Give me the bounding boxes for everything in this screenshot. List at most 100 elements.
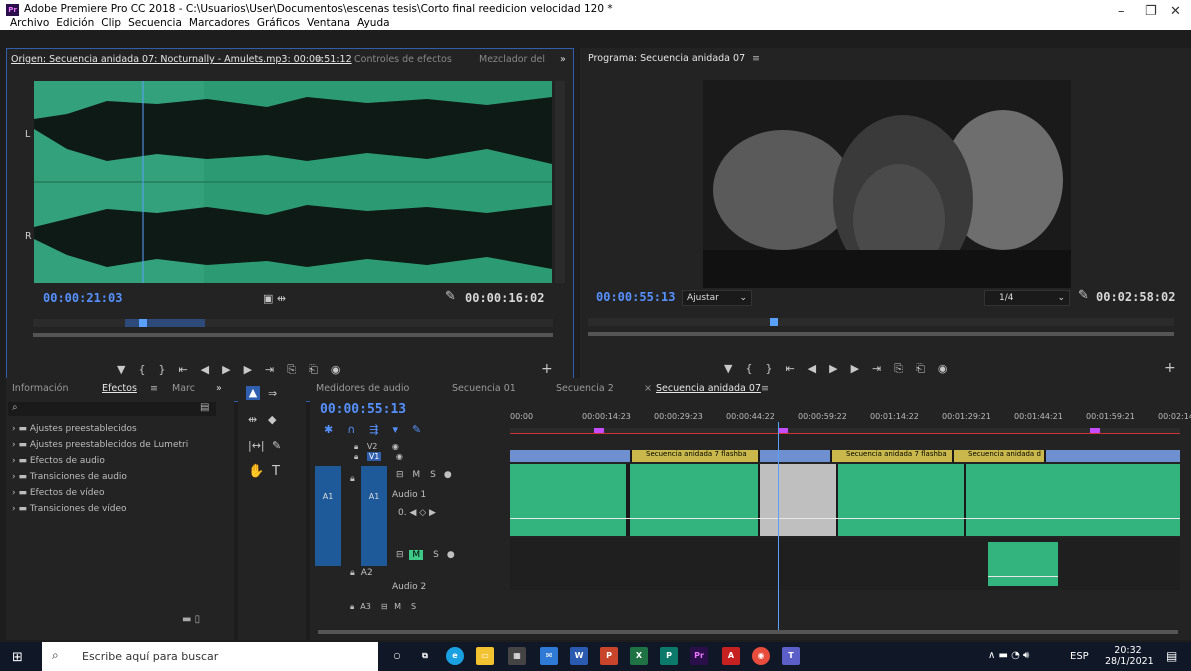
work-area-bar[interactable] [510, 428, 1180, 434]
microphone-icon[interactable]: ● [447, 550, 455, 560]
wrench-icon[interactable]: ✎ [445, 290, 456, 303]
slip-tool-icon[interactable]: |↔| [248, 440, 265, 451]
effects-tab-menu-icon[interactable]: ≡ [150, 383, 158, 394]
powerpoint-icon[interactable]: P [600, 647, 618, 665]
tab-source[interactable]: Origen: Secuencia anidada 07: Nocturnall… [11, 54, 352, 65]
mute-button[interactable]: M [394, 602, 401, 611]
microphone-icon[interactable]: ● [444, 470, 452, 480]
pen-tool-icon[interactable]: ✎ [272, 440, 281, 451]
effects-folder[interactable]: › ▬ Efectos de audio [12, 456, 188, 472]
eye-icon[interactable]: ◉ [396, 452, 403, 461]
notifications-icon[interactable]: ▤ [1166, 649, 1177, 663]
tab-markers[interactable]: Marc [172, 383, 195, 394]
source-tab-menu-icon[interactable]: ≡ [315, 54, 323, 65]
audio-clip-selected[interactable] [760, 464, 836, 536]
track-a2-buttons[interactable]: ⊟ M S ● [396, 550, 455, 560]
taskbar-clock[interactable]: 20:32 28/1/2021 [1105, 645, 1154, 667]
solo-button[interactable]: S [433, 550, 439, 560]
more-tabs-icon[interactable]: » [216, 383, 222, 394]
lock-icon[interactable]: 🔒︎ [350, 474, 355, 484]
program-scroll-bar[interactable] [588, 332, 1174, 336]
tab-audio-meters[interactable]: Medidores de audio [316, 383, 409, 394]
windows-start-icon[interactable]: ⊞ [12, 650, 23, 665]
effects-folder[interactable]: › ▬ Transiciones de vídeo [12, 504, 188, 520]
settings-icon[interactable]: ▣ ⇹ [263, 293, 286, 304]
maximize-button[interactable]: ❐ [1145, 4, 1157, 19]
track-a1-volume-controls[interactable]: 0. ◀ ◇ ▶ [398, 508, 436, 518]
timeline-scroll-bar[interactable] [318, 630, 1178, 634]
audio-clip[interactable] [988, 542, 1058, 586]
menu-item[interactable]: Archivo [10, 17, 49, 29]
source-transport-controls[interactable]: ▼{}⇤◀▶▶⇥⎘⎗◉ [117, 364, 353, 375]
more-tabs-icon[interactable]: » [560, 54, 566, 65]
mail-icon[interactable]: ✉ [540, 647, 558, 665]
premiere-taskbar-icon[interactable]: Pr [690, 647, 708, 665]
timeline-tab-menu-icon[interactable]: ≡ [761, 383, 769, 394]
audio-clip[interactable] [966, 464, 1180, 536]
program-transport-controls[interactable]: ▼{}⇤◀▶▶⇥⎘⎗◉ [724, 363, 960, 374]
solo-button[interactable]: S [430, 470, 436, 480]
clip-flashback-2[interactable]: Secuencia anidada 7 flashba [832, 450, 952, 462]
source-playhead-timecode[interactable]: 00:00:21:03 [43, 291, 122, 305]
timeline-tool-icons[interactable]: ✱∩⇶▾✎ [324, 424, 435, 435]
effects-folder[interactable]: › ▬ Ajustes preestablecidos de Lumetri [12, 440, 188, 456]
type-tool-icon[interactable]: T [272, 465, 280, 478]
timeline-playhead[interactable] [778, 422, 779, 630]
menu-item[interactable]: Ventana [307, 17, 350, 29]
timeline-timecode[interactable]: 00:00:55:13 [320, 402, 406, 417]
menu-item[interactable]: Marcadores [189, 17, 250, 29]
tab-sequence-01[interactable]: Secuencia 01 [452, 383, 516, 394]
new-folder-icon[interactable]: ▬ ▯ [182, 614, 200, 625]
tab-audio-mixer[interactable]: Mezclador del [479, 54, 545, 65]
add-button-icon[interactable]: + [1164, 361, 1176, 375]
task-view-icon[interactable]: ⧉ [416, 647, 434, 665]
zoom-fit-dropdown[interactable]: Ajustar ⌄ [682, 290, 752, 306]
program-time-ruler[interactable] [588, 318, 1174, 326]
effects-search-input[interactable]: ⌕ [8, 402, 216, 416]
selection-tool-icon[interactable]: ▲ [246, 386, 260, 400]
menu-item[interactable]: Gráficos [257, 17, 300, 29]
mute-button[interactable]: M [409, 550, 424, 560]
source-patch-a1[interactable]: A1 [315, 466, 341, 566]
source-time-ruler[interactable] [33, 319, 553, 327]
system-tray-icons[interactable]: ∧ ▬ ◔ 🔊︎ [988, 650, 1029, 661]
eye-icon[interactable]: ◉ [392, 442, 399, 451]
source-scroll-bar[interactable] [33, 333, 553, 337]
menu-item[interactable]: Edición [56, 17, 94, 29]
teams-icon[interactable]: T [782, 647, 800, 665]
hand-tool-icon[interactable]: ✋ [248, 465, 264, 478]
menu-item[interactable]: Ayuda [357, 17, 389, 29]
tab-info[interactable]: Información [12, 383, 69, 394]
file-explorer-icon[interactable]: ▭ [476, 647, 494, 665]
track-select-tool-icon[interactable]: ⇒ [268, 388, 277, 399]
solo-button[interactable]: S [411, 602, 416, 611]
word-icon[interactable]: W [570, 647, 588, 665]
lock-icon[interactable]: 🔒︎ [354, 452, 358, 461]
effects-folder[interactable]: › ▬ Efectos de vídeo [12, 488, 188, 504]
audio-clip[interactable] [838, 464, 964, 536]
tab-program[interactable]: Programa: Secuencia anidada 07 [588, 53, 745, 64]
lock-icon[interactable]: 🔒︎ [354, 442, 358, 451]
resolution-dropdown[interactable]: 1/4 ⌄ [984, 290, 1070, 306]
clip-flashback-1[interactable]: Secuencia anidada 7 flashba [632, 450, 758, 462]
edge-icon[interactable]: e [446, 647, 464, 665]
ripple-edit-tool-icon[interactable]: ⇹ [248, 414, 257, 425]
menu-item[interactable]: Secuencia [128, 17, 182, 29]
close-tab-icon[interactable]: × [644, 383, 652, 394]
razor-tool-icon[interactable]: ◆ [268, 414, 276, 425]
tab-effects[interactable]: Efectos [102, 383, 137, 394]
chrome-icon[interactable]: ◉ [752, 647, 770, 665]
timeline-ruler[interactable]: 00:00 00:00:14:23 00:00:29:23 00:00:44:22 00… [510, 412, 1191, 426]
lock-icon[interactable]: 🔒︎ [350, 568, 355, 578]
program-tab-menu-icon[interactable]: ≡ [752, 53, 760, 64]
publisher-icon[interactable]: P [660, 647, 678, 665]
track-a1-buttons[interactable]: ⊟ M S ● [396, 470, 452, 480]
add-button-icon[interactable]: + [541, 362, 553, 376]
effects-folder[interactable]: › ▬ Transiciones de audio [12, 472, 188, 488]
mute-button[interactable]: M [412, 470, 420, 480]
taskbar-search-box[interactable]: ⌕ Escribe aquí para buscar [42, 642, 378, 671]
store-icon[interactable]: ▦ [508, 647, 526, 665]
lock-icon[interactable]: 🔒︎ [350, 602, 354, 611]
audio-clip[interactable] [510, 464, 626, 536]
close-button[interactable]: ✕ [1170, 4, 1181, 19]
